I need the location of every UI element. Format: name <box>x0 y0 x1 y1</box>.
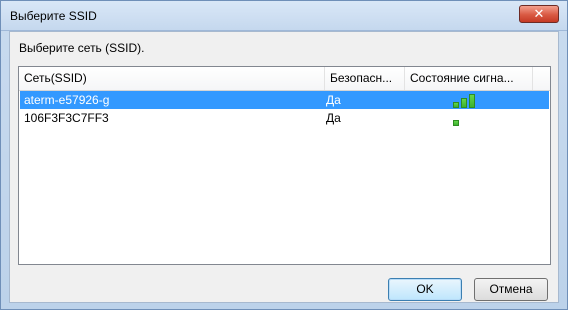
column-header-ssid[interactable]: Сеть(SSID) <box>19 67 325 90</box>
ssid-listview[interactable]: Сеть(SSID) Безопасн... Состояние сигна..… <box>18 66 551 265</box>
ssid-cell: aterm-e57926-g <box>24 93 110 107</box>
cancel-button[interactable]: Отмена <box>474 278 548 301</box>
signal-bar-1 <box>453 102 459 108</box>
ok-button[interactable]: OK <box>388 278 462 301</box>
window-title: Выберите SSID <box>10 9 97 23</box>
ssid-cell: 106F3F3C7FF3 <box>24 111 109 125</box>
column-header-security[interactable]: Безопасн... <box>325 67 405 90</box>
signal-bar-3 <box>469 94 475 108</box>
signal-strength-icon <box>453 110 493 126</box>
dialog-window: Выберите SSID ✕ Выберите сеть (SSID). Се… <box>0 0 568 310</box>
signal-bar-2 <box>461 98 467 108</box>
prompt-label: Выберите сеть (SSID). <box>19 41 145 55</box>
dialog-client-area: Выберите сеть (SSID). Сеть(SSID) Безопас… <box>9 31 559 303</box>
close-button[interactable]: ✕ <box>519 5 559 23</box>
list-header: Сеть(SSID) Безопасн... Состояние сигна..… <box>19 67 550 91</box>
security-cell: Да <box>326 93 341 107</box>
list-item-aterm-e57926-g[interactable]: aterm-e57926-g Да <box>20 91 549 109</box>
list-item-106F3F3C7FF3[interactable]: 106F3F3C7FF3 Да <box>20 109 549 127</box>
signal-strength-icon <box>453 92 493 108</box>
security-cell: Да <box>326 111 341 125</box>
title-bar[interactable]: Выберите SSID ✕ <box>1 1 567 31</box>
signal-bar-1 <box>453 120 459 126</box>
close-icon: ✕ <box>533 6 545 21</box>
column-header-signal[interactable]: Состояние сигна... <box>405 67 533 90</box>
